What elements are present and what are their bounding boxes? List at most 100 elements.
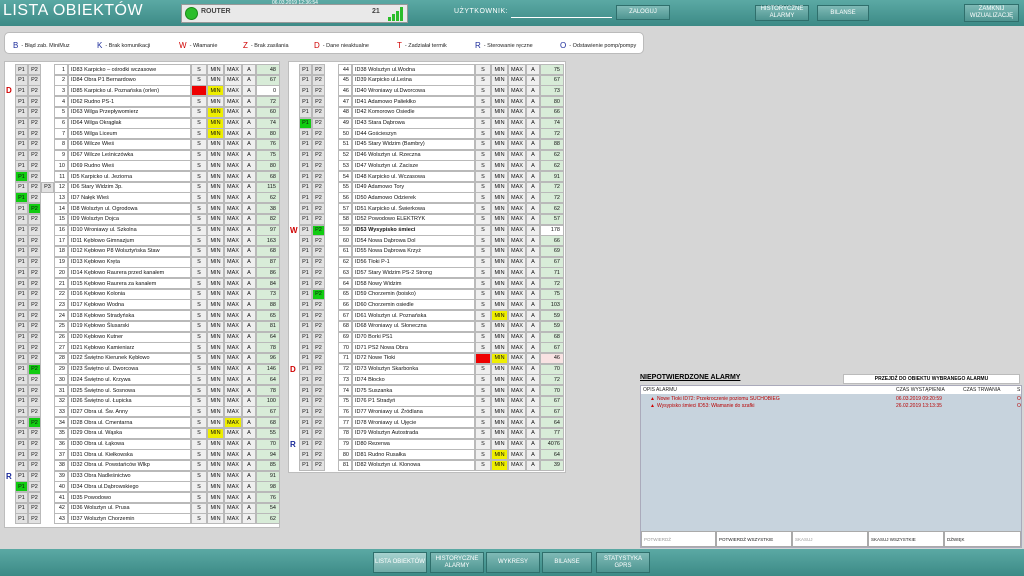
- object-name[interactable]: ID40 Wroniawy ul.Dworcowa: [352, 85, 475, 97]
- object-name[interactable]: ID47 Wolsztyn ul. Zacisze: [352, 160, 475, 172]
- nav-gprs-stats[interactable]: STATYSTYKA GPRS: [596, 552, 650, 573]
- object-name[interactable]: ID44 Gościeszyn: [352, 128, 475, 140]
- nav-bilanse[interactable]: BILANSE: [542, 552, 592, 573]
- object-name[interactable]: ID68 Wroniawy ul. Słoneczna: [352, 320, 475, 332]
- user-field[interactable]: [511, 17, 612, 18]
- object-name[interactable]: ID31 Obra ul. Kiełkowska: [68, 449, 191, 461]
- object-name[interactable]: ID46 Wolsztyn ul. Rzeczna: [352, 149, 475, 161]
- object-name[interactable]: ID42 Komorowo Osiedle: [352, 106, 475, 118]
- object-name[interactable]: ID64 Wilga Okrągłak: [68, 117, 191, 129]
- object-name[interactable]: ID39 Karpicko ul.Leśna: [352, 74, 475, 86]
- nav-historic-alarms[interactable]: HISTORYCZNE ALARMY: [430, 552, 484, 573]
- delete-all-button[interactable]: SKASUJ WSZYSTKIE: [868, 531, 944, 547]
- object-name[interactable]: ID83 Karpicko – ośrodki wczasowe: [68, 64, 191, 75]
- object-name[interactable]: ID41 Adamowo Pałiekłko: [352, 96, 475, 108]
- object-name[interactable]: ID6 Stary Widzim 3p.: [68, 181, 191, 193]
- object-name[interactable]: ID32 Obra ul. Powstańców Wlkp: [68, 459, 191, 471]
- nav-charts[interactable]: WYKRESY: [486, 552, 540, 573]
- object-name[interactable]: ID21 Kębłowo Kamieniarz: [68, 342, 191, 354]
- object-name[interactable]: ID71 PS2 Nowa Obra: [352, 342, 475, 354]
- object-name[interactable]: ID53 Wysypisko śmieci: [352, 224, 475, 236]
- object-name[interactable]: ID15 Kębłowo Raurera za kanałem: [68, 278, 191, 289]
- object-name[interactable]: ID78 Wroniawy ul. Ujęcie: [352, 417, 475, 429]
- object-name[interactable]: ID60 Chorzemin osiedle: [352, 299, 475, 311]
- goto-alarm-object-button[interactable]: PRZEJDŹ DO OBIEKTU WYBRANEGO ALARMU: [843, 374, 1020, 384]
- object-name[interactable]: ID35 Powodowo: [68, 492, 191, 503]
- object-name[interactable]: ID5 Karpicko ul. Jeziorna: [68, 171, 191, 182]
- object-name[interactable]: ID56 Tłoki P-1: [352, 256, 475, 268]
- object-name[interactable]: ID62 Rudno PS-1: [68, 96, 191, 108]
- object-name[interactable]: ID12 Kębłowo P8 Wolsztyńska Staw: [68, 245, 191, 257]
- object-name[interactable]: ID38 Wolsztyn ul.Wodna: [352, 64, 475, 75]
- object-name[interactable]: ID67 Wilcze Leśniczówka: [68, 149, 191, 161]
- delete-button[interactable]: SKASUJ: [792, 531, 868, 547]
- object-name[interactable]: ID45 Stary Widzim (Bambry): [352, 138, 475, 150]
- object-name[interactable]: ID14 Kębłowo Raurera przed kanałem: [68, 267, 191, 279]
- object-name[interactable]: ID51 Karpicko ul. Świerkowa: [352, 203, 475, 215]
- object-name[interactable]: ID52 Powodowo ELEKTRYK: [352, 213, 475, 225]
- object-name[interactable]: ID70 Borki PS1: [352, 331, 475, 343]
- object-name[interactable]: ID20 Kębłowo Kutner: [68, 331, 191, 343]
- object-name[interactable]: ID19 Kębłowo Ślusarski: [68, 320, 191, 332]
- object-name[interactable]: ID49 Adamowo Tory: [352, 181, 475, 193]
- object-name[interactable]: ID9 Wolsztyn Dojca: [68, 213, 191, 225]
- login-button[interactable]: ZALOGUJ: [616, 5, 670, 20]
- object-name[interactable]: ID69 Rudno Wieś: [68, 160, 191, 172]
- object-name[interactable]: ID11 Kębłowo Gimnazjum: [68, 235, 191, 247]
- object-name[interactable]: ID18 Kębłowo Stradyńska: [68, 310, 191, 322]
- historic-alarms-button[interactable]: HISTORYCZNE ALARMY: [755, 5, 809, 21]
- object-name[interactable]: ID77 Wroniawy ul. Źródlana: [352, 406, 475, 418]
- object-name[interactable]: ID85 Karpicko ul. Poznańska (orlen): [68, 85, 191, 97]
- object-name[interactable]: ID33 Obra Nadleśnictwo: [68, 470, 191, 482]
- object-name[interactable]: ID43 Stara Dąbrowa: [352, 117, 475, 129]
- object-name[interactable]: ID82 Wolsztyn ul. Klonowa: [352, 459, 475, 471]
- object-name[interactable]: ID81 Rudno Rusałka: [352, 449, 475, 461]
- object-name[interactable]: ID61 Wolsztyn ul. Poznańska: [352, 310, 475, 322]
- row-number: 36: [54, 438, 68, 450]
- object-name[interactable]: ID73 Wolsztyn Skarbonka: [352, 363, 475, 375]
- object-name[interactable]: ID63 Wilga Przepływomierz: [68, 106, 191, 118]
- object-name[interactable]: ID24 Świętno ul. Krzywa: [68, 374, 191, 386]
- pump-p2: P2: [28, 374, 41, 386]
- object-name[interactable]: ID22 Świętno Kierunek Kębłowo: [68, 352, 191, 364]
- object-name[interactable]: ID58 Nowy Widzim: [352, 278, 475, 289]
- object-name[interactable]: ID29 Obra ul. Wąska: [68, 427, 191, 439]
- object-name[interactable]: ID72 Nowe Tłoki: [352, 352, 475, 364]
- object-name[interactable]: ID65 Wilga Liceum: [68, 128, 191, 140]
- object-name[interactable]: ID25 Świętno ul. Sosnowa: [68, 385, 191, 396]
- object-name[interactable]: ID34 Obra ul.Dąbrowskiego: [68, 481, 191, 493]
- object-name[interactable]: ID57 Stary Widzim PS-2 Strong: [352, 267, 475, 279]
- object-name[interactable]: ID28 Obra ul. Cmentarna: [68, 417, 191, 429]
- object-name[interactable]: ID30 Obra ul. Łąkowa: [68, 438, 191, 450]
- object-name[interactable]: ID17 Kębłowo Wodna: [68, 299, 191, 311]
- object-name[interactable]: ID36 Wolsztyn ul. Prusa: [68, 502, 191, 514]
- object-name[interactable]: ID75 Suszanka: [352, 385, 475, 396]
- object-name[interactable]: ID74 Błocko: [352, 374, 475, 386]
- object-name[interactable]: ID27 Obra ul. Św. Anny: [68, 406, 191, 418]
- object-name[interactable]: ID80 Rezerwa: [352, 438, 475, 450]
- object-name[interactable]: ID84 Obra P1 Bernardowo: [68, 74, 191, 86]
- object-name[interactable]: ID7 Nałęk Wieś: [68, 192, 191, 204]
- bilanse-button[interactable]: BILANSE: [817, 5, 869, 21]
- object-name[interactable]: ID37 Wolsztyn Chorzemin: [68, 513, 191, 525]
- object-name[interactable]: ID16 Kębłowo Kolonia: [68, 288, 191, 300]
- object-name[interactable]: ID50 Adamowo Odzierek: [352, 192, 475, 204]
- object-name[interactable]: ID59 Chorzemin (boisko): [352, 288, 475, 300]
- close-visualization-button[interactable]: ZAMKNIJ WIZUALIZACJĘ: [964, 4, 1019, 22]
- confirm-all-button[interactable]: POTWIERDŹ WSZYSTKIE: [716, 531, 792, 547]
- confirm-button[interactable]: POTWIERDŹ: [641, 531, 716, 547]
- nav-object-list[interactable]: LISTA OBIEKTÓW: [373, 552, 427, 573]
- alarm-row[interactable]: ▲ Wysypisko śmieci ID53: Włamanie do szaf…: [641, 402, 1021, 410]
- sound-button[interactable]: DŹWIĘK: [944, 531, 1021, 547]
- object-name[interactable]: ID13 Kębłowo Kręta: [68, 256, 191, 268]
- object-name[interactable]: ID10 Wroniawy ul. Szkolna: [68, 224, 191, 236]
- object-name[interactable]: ID23 Świętno ul. Dworcowa: [68, 363, 191, 375]
- object-name[interactable]: ID54 Nowa Dąbrowa Dol: [352, 235, 475, 247]
- object-name[interactable]: ID48 Karpicko ul. Wczasowa: [352, 171, 475, 182]
- object-name[interactable]: ID66 Wilcze Wieś: [68, 138, 191, 150]
- object-name[interactable]: ID76 P1 Stradyń: [352, 395, 475, 407]
- object-name[interactable]: ID55 Nowa Dąbrowa Krzyż: [352, 245, 475, 257]
- object-name[interactable]: ID8 Wolsztyn ul. Ogrodowa: [68, 203, 191, 215]
- object-name[interactable]: ID79 Wolsztyn Autostrada: [352, 427, 475, 439]
- object-name[interactable]: ID26 Świętno ul. Łupicka: [68, 395, 191, 407]
